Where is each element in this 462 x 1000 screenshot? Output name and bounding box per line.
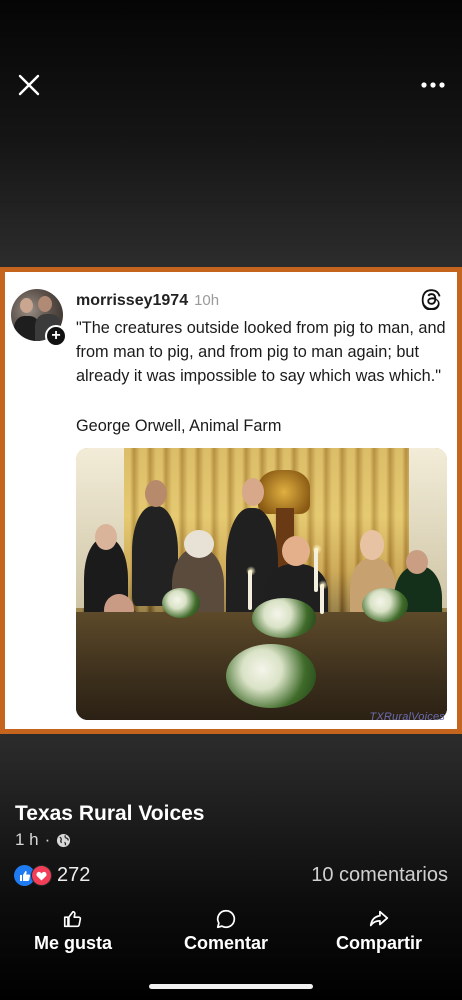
quote-text: "The creatures outside looked from pig t… (76, 319, 446, 385)
post-header: morrissey1974 10h (76, 292, 219, 310)
follow-plus-button[interactable]: + (45, 325, 67, 347)
reactions-summary[interactable]: 272 10 comentarios (14, 862, 448, 890)
globe-icon[interactable] (56, 833, 71, 848)
more-horizontal-icon (421, 82, 445, 88)
reaction-count: 272 (57, 864, 91, 886)
post-time: 10h (194, 292, 220, 309)
share-button[interactable]: Compartir (336, 908, 422, 954)
comment-button[interactable]: Comentar (184, 908, 268, 954)
comment-label: Comentar (184, 933, 269, 953)
state-dinner-photo (76, 448, 447, 720)
home-indicator[interactable] (149, 984, 313, 989)
photo-watermark: TXRuralVoices (369, 711, 445, 723)
post-time-label: 1 h (15, 830, 39, 849)
post-username[interactable]: morrissey1974 (76, 292, 188, 310)
like-label: Me gusta (34, 933, 113, 953)
close-button[interactable] (12, 68, 46, 102)
like-button[interactable]: Me gusta (34, 908, 112, 954)
threads-icon (421, 289, 441, 310)
share-icon (369, 910, 389, 927)
page-name[interactable]: Texas Rural Voices (15, 802, 204, 826)
viewer-top-bar (0, 60, 462, 108)
share-label: Compartir (336, 933, 423, 953)
reaction-icons (14, 865, 54, 887)
meta-separator: · (44, 830, 51, 849)
comment-icon (216, 909, 236, 929)
post-meta: 1 h · (15, 830, 71, 850)
quote-attribution: George Orwell, Animal Farm (76, 417, 282, 435)
threads-post-card: + morrissey1974 10h "The creatures outsi… (5, 272, 457, 729)
action-bar: Me gusta Comentar Compartir (0, 908, 462, 958)
thumbs-up-icon (63, 910, 82, 928)
love-reaction-icon (31, 865, 52, 886)
comments-count[interactable]: 10 comentarios (311, 864, 448, 887)
more-options-button[interactable] (416, 68, 450, 102)
close-icon (18, 74, 40, 96)
shared-post-image[interactable]: + morrissey1974 10h "The creatures outsi… (0, 267, 462, 734)
